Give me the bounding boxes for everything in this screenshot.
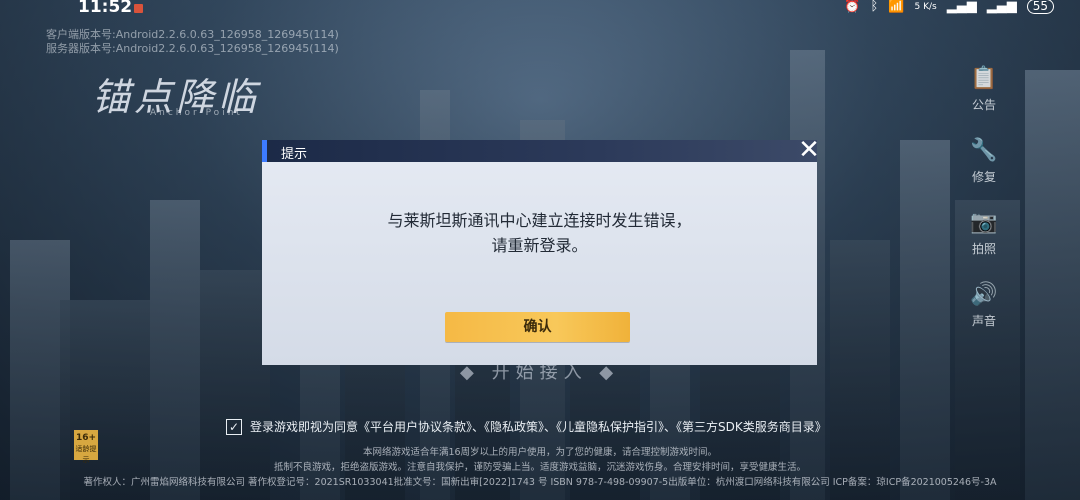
status-bar: 11:52 ⏰ ᛒ 📶 5 K/s ▂▄▆ ▂▄▆ 55 [0, 0, 1080, 18]
game-logo-subtitle: Anchor Point [150, 108, 243, 118]
legal-line-2: 抵制不良游戏，拒绝盗版游戏。注意自我保护，谨防受骗上当。适度游戏益脑，沉迷游戏伤… [273, 462, 806, 473]
side-menu-label: 声音 [971, 314, 996, 328]
side-menu-label: 修复 [971, 170, 996, 184]
side-menu-label: 拍照 [971, 242, 996, 256]
side-menu-camera[interactable]: 📷 拍照 [958, 210, 1010, 282]
status-clock: 11:52 [78, 0, 133, 17]
net-speed: 5 K/s [914, 1, 937, 12]
side-menu-sound[interactable]: 🔊 声音 [958, 282, 1010, 354]
signal-icon-2: ▂▄▆ [986, 0, 1017, 14]
side-menu: 📋 公告 🔧 修复 📷 拍照 🔊 声音 [958, 66, 1010, 354]
alarm-icon: ⏰ [844, 0, 861, 14]
agreement-text[interactable]: 登录游戏即视为同意《平台用户协议条款》、《隐私政策》、《儿童隐私保护指引》、《第… [250, 418, 827, 435]
agreement-checkbox[interactable]: ✓ [226, 418, 242, 435]
legal-line-1: 本网络游戏适合年满16周岁以上的用户使用，为了您的健康，请合理控制游戏时间。 [362, 447, 718, 458]
wifi-icon: 📶 [888, 0, 905, 14]
notice-icon: 📋 [970, 66, 998, 91]
side-menu-label: 公告 [971, 98, 996, 112]
repair-icon: 🔧 [970, 138, 998, 163]
notification-icon [134, 4, 143, 13]
server-version: 服务器版本号:Android2.2.6.0.63_126958_126945(1… [46, 42, 339, 55]
dialog-title: 提示 [281, 147, 308, 162]
camera-icon: 📷 [970, 210, 998, 235]
battery-icon: 55 [1026, 0, 1054, 14]
bluetooth-icon: ᛒ [870, 0, 879, 14]
side-menu-notice[interactable]: 📋 公告 [958, 66, 1010, 138]
signal-icon: ▂▄▆ [946, 0, 977, 14]
agreement-row: ✓ 登录游戏即视为同意《平台用户协议条款》、《隐私政策》、《儿童隐私保护指引》、… [226, 418, 827, 435]
dialog-body: 与莱斯坦斯通讯中心建立连接时发生错误， 请重新登录。 确认 [262, 162, 817, 365]
age-rating-value: 16+ [75, 433, 97, 443]
side-menu-repair[interactable]: 🔧 修复 [958, 138, 1010, 210]
dialog-message-line-2: 请重新登录。 [491, 236, 588, 255]
dialog-message: 与莱斯坦斯通讯中心建立连接时发生错误， 请重新登录。 [262, 208, 817, 258]
legal-line-3: 著作权人：广州雷焰网络科技有限公司 著作权登记号：2021SR1033041批准… [83, 477, 997, 488]
dialog-header: 提示 [262, 140, 817, 162]
confirm-button[interactable]: 确认 [445, 312, 630, 342]
error-dialog: 提示 ✕ 与莱斯坦斯通讯中心建立连接时发生错误， 请重新登录。 确认 [262, 137, 820, 365]
sound-icon: 🔊 [970, 282, 998, 307]
dialog-message-line-1: 与莱斯坦斯通讯中心建立连接时发生错误， [387, 211, 692, 230]
close-icon[interactable]: ✕ [795, 137, 823, 164]
